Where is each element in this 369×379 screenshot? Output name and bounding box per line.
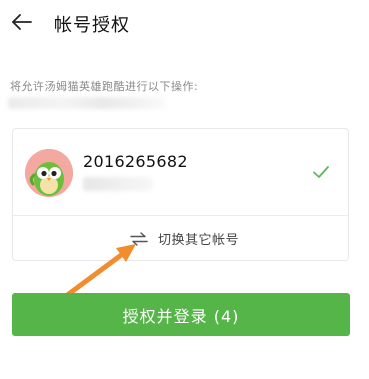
page-title: 帐号授权 [54,15,130,36]
switch-account-button[interactable]: 切换其它帐号 [13,216,348,261]
arrow-left-icon [12,14,32,30]
account-item[interactable]: 2016265682 [13,129,348,215]
swap-arrows-icon [130,231,148,246]
avatar [25,149,73,197]
blurred-account-name [83,177,153,191]
bird-avatar [25,149,73,197]
permission-description: 将允许汤姆猫英雄跑酷进行以下操作: [10,80,199,93]
header-bar: 帐号授权 [0,0,369,44]
authorize-login-button[interactable]: 授权并登录 (4) [12,293,350,336]
checkmark-icon [313,166,329,178]
account-card: 2016265682 切换其它帐号 [12,128,349,261]
switch-account-label: 切换其它帐号 [157,233,239,248]
account-id: 2016265682 [83,152,188,171]
blurred-permission-text [8,97,166,109]
back-button[interactable] [8,8,36,36]
